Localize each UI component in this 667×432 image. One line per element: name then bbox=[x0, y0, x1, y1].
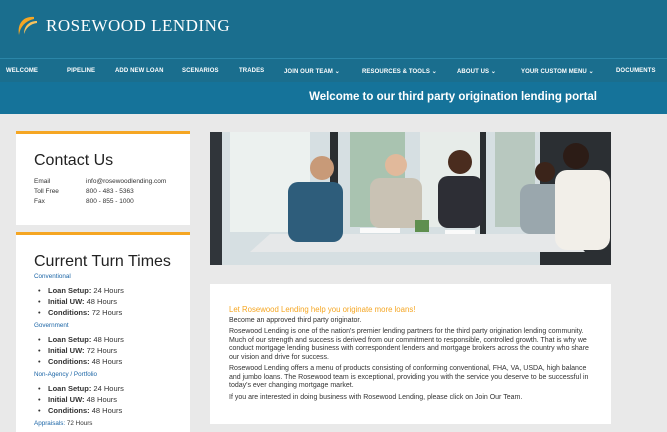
contact-title: Contact Us bbox=[34, 152, 114, 169]
nav-join-our-team[interactable]: JOIN OUR TEAM ⌄ bbox=[284, 68, 340, 75]
contact-card: Contact Us Email info@rosewoodlending.com… bbox=[16, 131, 190, 225]
nav-scenarios[interactable]: SCENARIOS bbox=[182, 68, 219, 74]
intro-paragraph: Become an approved third party originato… bbox=[229, 317, 362, 324]
section-government[interactable]: Government bbox=[34, 322, 69, 329]
list-item: Loan Setup: 24 Hours bbox=[38, 286, 124, 295]
main-nav: WELCOME PIPELINE ADD NEW LOAN SCENARIOS … bbox=[0, 58, 667, 82]
intro-paragraph: If you are interested in doing business … bbox=[229, 394, 523, 401]
nav-resources-tools[interactable]: RESOURCES & TOOLS ⌄ bbox=[362, 68, 437, 75]
list-item: Initial UW: 48 Hours bbox=[38, 395, 117, 404]
intro-heading: Let Rosewood Lending help you originate … bbox=[229, 305, 416, 314]
turn-times-title: Current Turn Times bbox=[34, 253, 171, 270]
list-item: Conditions: 48 Hours bbox=[38, 406, 122, 415]
nav-trades[interactable]: TRADES bbox=[239, 68, 264, 74]
list-item: Conditions: 48 Hours bbox=[38, 357, 122, 366]
contact-label: Toll Free bbox=[34, 188, 59, 195]
nav-pipeline[interactable]: PIPELINE bbox=[67, 68, 95, 74]
contact-value: 800 - 483 - 5363 bbox=[86, 188, 134, 195]
contact-label: Fax bbox=[34, 198, 45, 205]
contact-value: 800 - 855 - 1000 bbox=[86, 198, 134, 205]
intro-paragraph: Rosewood Lending offers a menu of produc… bbox=[229, 365, 589, 389]
contact-email-link[interactable]: info@rosewoodlending.com bbox=[86, 178, 166, 185]
intro-paragraph: Rosewood Lending is one of the nation's … bbox=[229, 328, 589, 361]
list-item: Loan Setup: 24 Hours bbox=[38, 384, 124, 393]
rosewood-swoosh-icon bbox=[18, 16, 37, 35]
nav-documents[interactable]: DOCUMENTS bbox=[616, 68, 656, 74]
turn-times-card: Current Turn Times Conventional Loan Set… bbox=[16, 232, 190, 432]
nav-custom-menu[interactable]: YOUR CUSTOM MENU ⌄ bbox=[521, 68, 594, 75]
contact-email-row: Email info@rosewoodlending.com bbox=[34, 178, 166, 185]
brand-name: ROSEWOOD LENDING bbox=[46, 16, 231, 35]
nav-welcome[interactable]: WELCOME bbox=[6, 68, 38, 74]
welcome-banner: Welcome to our third party origination l… bbox=[0, 82, 667, 114]
team-meeting-photo bbox=[210, 132, 611, 265]
contact-label: Email bbox=[34, 178, 51, 185]
nav-add-new-loan[interactable]: ADD NEW LOAN bbox=[115, 68, 164, 74]
nav-about-us[interactable]: ABOUT US ⌄ bbox=[457, 68, 496, 75]
site-header: ROSEWOOD LENDING bbox=[0, 0, 667, 58]
intro-panel: Let Rosewood Lending help you originate … bbox=[210, 284, 611, 424]
list-item: Conditions: 72 Hours bbox=[38, 308, 122, 317]
list-item: Initial UW: 72 Hours bbox=[38, 346, 117, 355]
logo[interactable]: ROSEWOOD LENDING bbox=[14, 13, 230, 39]
list-item: Loan Setup: 48 Hours bbox=[38, 335, 124, 344]
list-item: Initial UW: 48 Hours bbox=[38, 297, 117, 306]
section-conventional[interactable]: Conventional bbox=[34, 273, 71, 280]
contact-tollfree-row: Toll Free 800 - 483 - 5363 bbox=[34, 188, 134, 195]
contact-fax-row: Fax 800 - 855 - 1000 bbox=[34, 198, 134, 205]
section-non-agency[interactable]: Non-Agency / Portfolio bbox=[34, 371, 97, 378]
banner-text: Welcome to our third party origination l… bbox=[309, 91, 597, 103]
